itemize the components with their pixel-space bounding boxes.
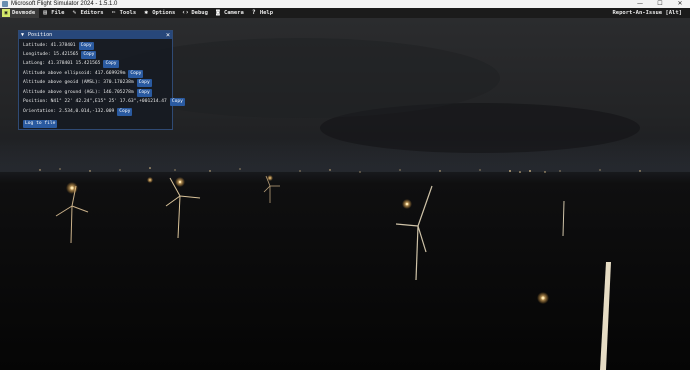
copy-altitude-amsl-button[interactable]: Copy — [136, 78, 152, 87]
position-text: Position: N41° 22' 42.24",E15° 25' 17.63… — [23, 99, 167, 104]
menu-devmode[interactable]: ▣ Devmode — [0, 8, 40, 18]
menu-debug[interactable]: ‹› Debug — [179, 8, 212, 18]
file-icon: ▤ — [43, 9, 47, 16]
orientation-row: Orientation: 2.534,0.014,-132.009 Copy — [23, 107, 133, 116]
close-icon[interactable]: × — [164, 31, 172, 39]
latlong-row: LatLong: 41.378401 15.421565 Copy — [23, 59, 119, 68]
panel-title: Position — [28, 32, 53, 38]
menu-help-label: Help — [259, 10, 274, 16]
menu-options[interactable]: ✱ Options — [140, 8, 179, 18]
latlong-text: LatLong: 41.378401 15.421565 — [23, 61, 101, 66]
menu-file[interactable]: ▤ File — [39, 8, 68, 18]
window-title: Microsoft Flight Simulator 2024 - 1.5.1.… — [11, 1, 118, 7]
panel-header[interactable]: ▼ Position × — [19, 31, 172, 39]
copy-latlong-button[interactable]: Copy — [103, 59, 119, 68]
menu-camera[interactable]: ◙ Camera — [212, 8, 248, 18]
menu-editors-label: Editors — [80, 10, 104, 16]
position-row: Position: N41° 22' 42.24",E15° 25' 17.63… — [23, 97, 185, 106]
copy-altitude-agl-button[interactable]: Copy — [136, 88, 152, 97]
devmode-menubar: ▣ Devmode ▤ File ✎ Editors ✂ Tools ✱ Opt… — [0, 8, 690, 18]
minimize-button[interactable]: — — [630, 0, 650, 8]
altitude-amsl-row: Altitude above geoid (AMSL): 370.170238m… — [23, 78, 152, 87]
menu-help[interactable]: ? Help — [248, 8, 277, 18]
tools-icon: ✂ — [111, 9, 116, 16]
altitude-agl-text: Altitude above ground (AGL): 146.705278m — [23, 90, 134, 95]
altitude-agl-row: Altitude above ground (AGL): 146.705278m… — [23, 88, 152, 97]
menu-camera-label: Camera — [223, 10, 244, 16]
position-panel[interactable]: ▼ Position × Latitude: 41.378401 Copy Lo… — [18, 30, 185, 130]
camera-icon: ◙ — [216, 9, 220, 16]
altitude-amsl-text: Altitude above geoid (AMSL): 370.170238m — [23, 80, 134, 85]
altitude-ellipsoid-text: Altitude above ellipsoid: 417.669929m — [23, 71, 126, 76]
copy-orientation-button[interactable]: Copy — [117, 107, 133, 116]
menu-tools[interactable]: ✂ Tools — [108, 8, 141, 18]
copy-altitude-ellipsoid-button[interactable]: Copy — [128, 69, 144, 78]
latitude-text: Latitude: 41.378401 — [23, 43, 76, 48]
window-titlebar: Microsoft Flight Simulator 2024 - 1.5.1.… — [0, 0, 690, 8]
copy-longitude-button[interactable]: Copy — [81, 50, 97, 59]
maximize-button[interactable]: ☐ — [650, 0, 670, 8]
menu-tools-label: Tools — [119, 10, 137, 16]
devmode-icon: ▣ — [2, 9, 10, 17]
pencil-icon: ✎ — [72, 9, 77, 16]
menu-devmode-label: Devmode — [12, 10, 36, 16]
copy-position-button[interactable]: Copy — [169, 97, 185, 106]
collapse-triangle-icon[interactable]: ▼ — [21, 32, 24, 38]
report-issue-link[interactable]: Report-An-Issue [Alt] — [610, 8, 690, 18]
help-icon: ? — [252, 9, 256, 16]
menu-editors[interactable]: ✎ Editors — [68, 8, 107, 18]
menu-file-label: File — [51, 10, 65, 16]
menu-debug-label: Debug — [191, 10, 208, 16]
copy-latitude-button[interactable]: Copy — [78, 41, 94, 50]
longitude-row: Longitude: 15.421565 Copy — [23, 50, 97, 59]
latitude-row: Latitude: 41.378401 Copy — [23, 41, 94, 50]
menu-options-label: Options — [152, 10, 176, 16]
altitude-ellipsoid-row: Altitude above ellipsoid: 417.669929m Co… — [23, 69, 144, 78]
gear-icon: ✱ — [144, 9, 148, 16]
code-icon: ‹› — [181, 9, 189, 16]
app-icon — [2, 1, 8, 7]
orientation-text: Orientation: 2.534,0.014,-132.009 — [23, 109, 115, 114]
log-to-file-button[interactable]: Log to file — [23, 120, 58, 128]
longitude-text: Longitude: 15.421565 — [23, 52, 79, 57]
close-window-button[interactable]: ✕ — [670, 0, 690, 8]
